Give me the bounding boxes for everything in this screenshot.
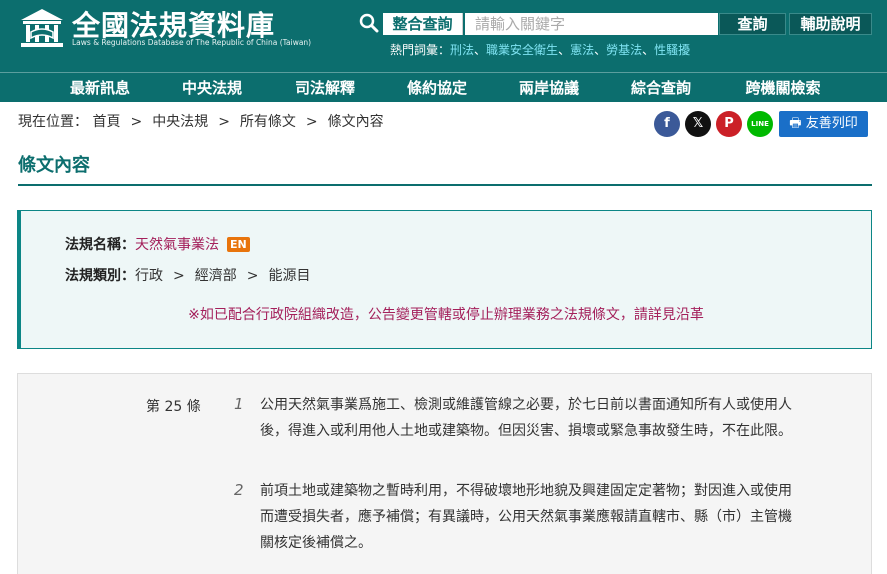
- hot-word-link[interactable]: 職業安全衛生: [486, 43, 558, 57]
- hot-word-link[interactable]: 性騷擾: [654, 43, 690, 57]
- law-info-box: 法規名稱：天然氣事業法 EN 法規類別：行政 > 經濟部 > 能源目 ※如已配合行政院組織…: [17, 210, 872, 349]
- search-button[interactable]: 查詢: [719, 13, 786, 35]
- search-scope-label[interactable]: 整合查詢: [383, 13, 463, 35]
- paragraph-number: 1: [234, 395, 244, 413]
- nav-item-latest-news[interactable]: 最新訊息: [52, 73, 148, 103]
- page-title: 條文內容: [18, 155, 90, 176]
- hot-words: 熱門詞彙：刑法、職業安全衛生、憲法、勞基法、性騷擾: [390, 43, 691, 57]
- law-name-link[interactable]: 天然氣事業法: [135, 237, 219, 253]
- print-button-label: 友善列印: [805, 116, 858, 131]
- paragraph-text: 公用天然氣事業爲施工、檢測或維護管線之必要，於七日前以書面通知所有人或使用人後，…: [260, 397, 792, 439]
- breadcrumb-home[interactable]: 首頁: [92, 114, 120, 130]
- hot-word-link[interactable]: 憲法: [570, 43, 594, 57]
- printer-icon: 🖶: [789, 116, 802, 131]
- article-number: 第 25 條: [146, 399, 201, 415]
- law-category-label: 法規類別：: [65, 268, 135, 284]
- x-share-icon[interactable]: 𝕏: [685, 111, 711, 137]
- breadcrumb-all-articles[interactable]: 所有條文: [240, 114, 296, 130]
- paragraph-number: 2: [234, 481, 244, 499]
- category-item: 能源目: [268, 268, 311, 284]
- site-header: 全國法規資料庫 Laws & Regulations Database of T…: [0, 0, 887, 72]
- search-input[interactable]: [465, 13, 718, 35]
- law-building-logo-icon[interactable]: [17, 6, 67, 50]
- nav-item-advanced-search[interactable]: 綜合查詢: [613, 73, 709, 103]
- law-name-label: 法規名稱：: [65, 237, 135, 253]
- article-box: 第 25 條 1 公用天然氣事業爲施工、檢測或維護管線之必要，於七日前以書面通知…: [17, 373, 872, 574]
- nav-item-judicial-interpretations[interactable]: 司法解釋: [277, 73, 373, 103]
- law-category-row: 法規類別：行政 > 經濟部 > 能源目: [65, 268, 311, 284]
- breadcrumb: 現在位置： 首頁 > 中央法規 > 所有條文 > 條文內容: [18, 114, 384, 130]
- english-version-badge[interactable]: EN: [227, 237, 250, 252]
- hot-word-link[interactable]: 刑法: [450, 43, 474, 57]
- title-divider: [18, 184, 872, 186]
- hot-word-link[interactable]: 勞基法: [606, 43, 642, 57]
- print-button[interactable]: 🖶 友善列印: [779, 111, 868, 137]
- facebook-share-icon[interactable]: f: [654, 111, 680, 137]
- category-item: 行政: [135, 268, 163, 284]
- breadcrumb-current: 條文內容: [327, 114, 384, 130]
- nav-item-treaties[interactable]: 條約協定: [389, 73, 485, 103]
- nav-item-central-laws[interactable]: 中央法規: [164, 73, 260, 103]
- category-item: 經濟部: [194, 268, 237, 284]
- nav-item-cross-strait[interactable]: 兩岸協議: [501, 73, 597, 103]
- breadcrumb-label: 現在位置：: [18, 114, 88, 130]
- law-name-row: 法規名稱：天然氣事業法 EN: [65, 234, 250, 254]
- breadcrumb-central-laws[interactable]: 中央法規: [152, 114, 208, 130]
- hot-words-label: 熱門詞彙：: [390, 43, 451, 57]
- help-button[interactable]: 輔助說明: [789, 13, 872, 35]
- line-share-icon[interactable]: LINE: [747, 111, 773, 137]
- reorganization-notice: ※如已配合行政院組織改造，公告變更管轄或停止辦理業務之法規條文，請詳見沿革: [188, 307, 704, 323]
- nav-item-cross-agency-search[interactable]: 跨機關檢索: [727, 73, 839, 103]
- pinterest-share-icon[interactable]: P: [716, 111, 742, 137]
- main-nav: 最新訊息 中央法規 司法解釋 條約協定 兩岸協議 綜合查詢 跨機關檢索: [0, 72, 887, 102]
- paragraph-text: 前項土地或建築物之暫時利用，不得破壞地形地貌及興建固定定著物；對因進入或使用而遭…: [260, 483, 792, 551]
- search-icon: [359, 13, 379, 33]
- site-subtitle: Laws & Regulations Database of The Repub…: [72, 38, 312, 47]
